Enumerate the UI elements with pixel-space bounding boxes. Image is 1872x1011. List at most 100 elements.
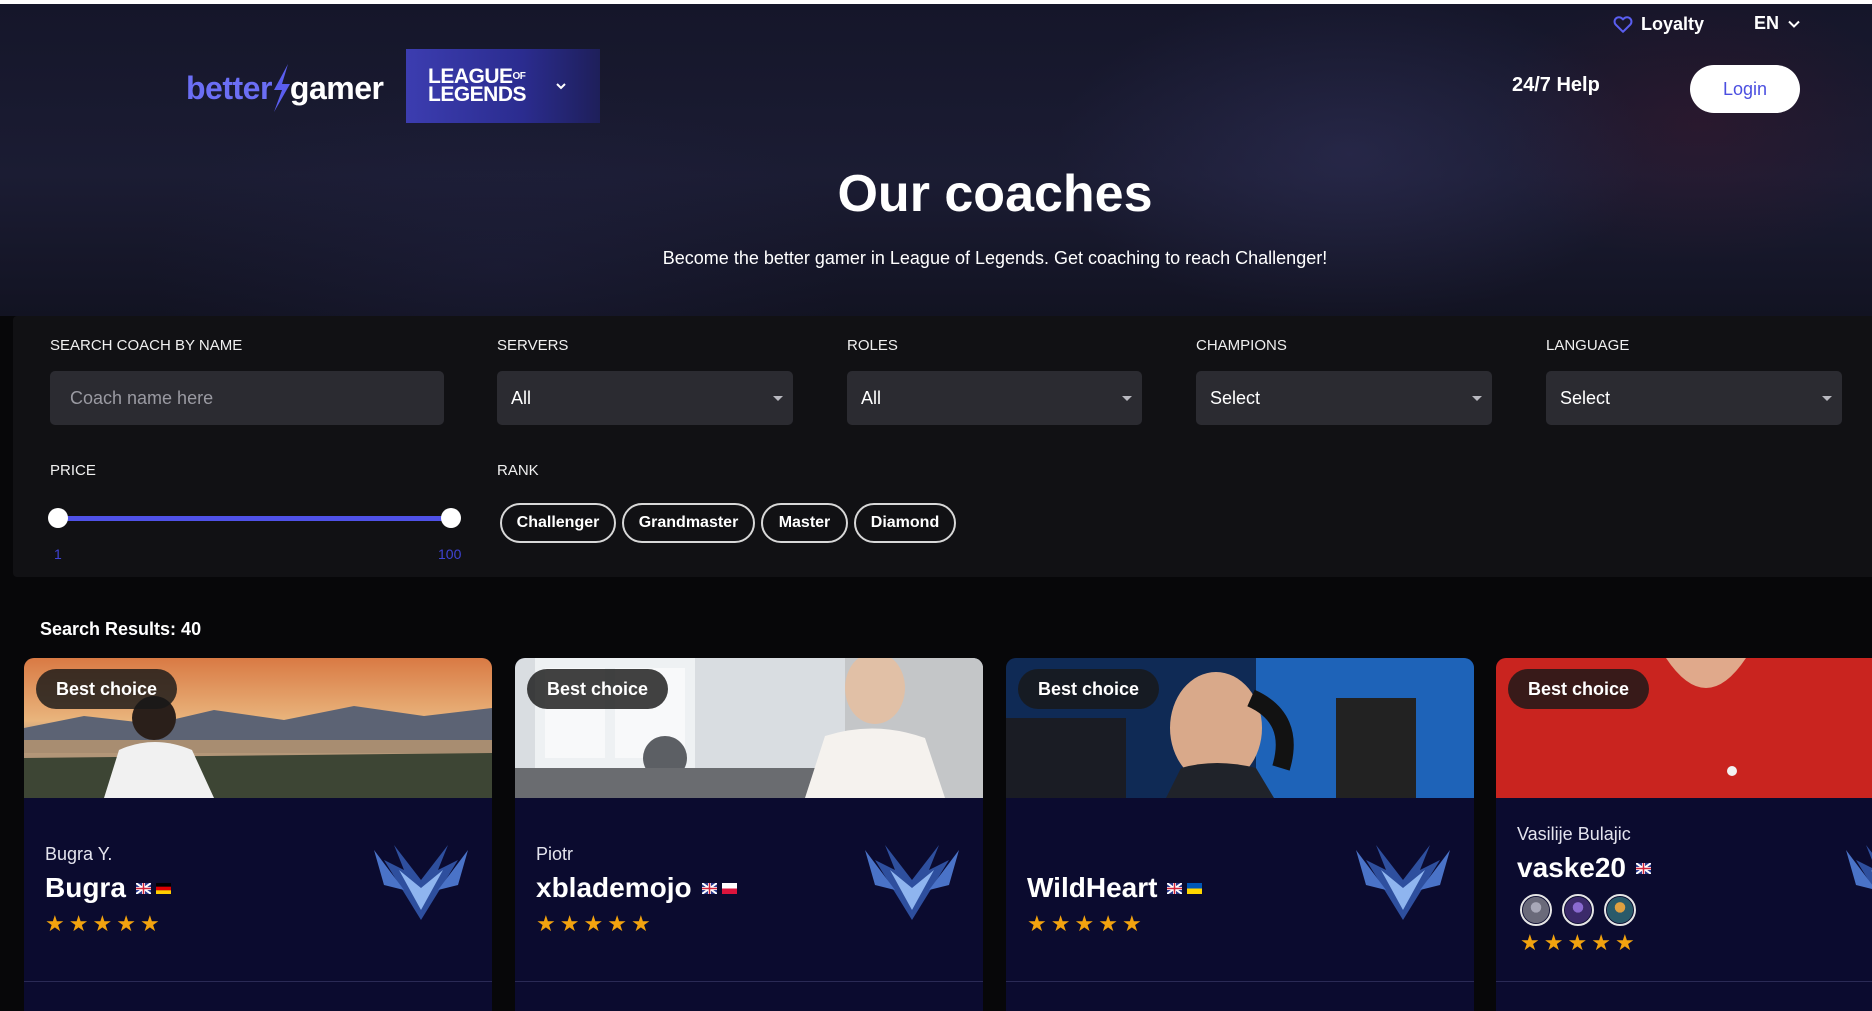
caret-down-icon xyxy=(1472,396,1482,401)
champions-value: Select xyxy=(1210,387,1261,408)
price-min-handle[interactable] xyxy=(48,508,68,528)
champions-label: CHAMPIONS xyxy=(1196,337,1287,354)
rating-stars: ★ ★ ★ ★ ★ xyxy=(536,913,651,935)
ukraine-flag-icon xyxy=(1187,882,1203,894)
champion-avatar-icon xyxy=(1604,894,1636,926)
chevron-down-icon xyxy=(1788,20,1800,28)
page-subtitle: Become the better gamer in League of Leg… xyxy=(662,248,1328,268)
coach-nickname: Bugra xyxy=(45,872,126,903)
poland-flag-icon xyxy=(721,882,737,894)
language-code: EN xyxy=(1754,13,1780,33)
page-title: Our coaches xyxy=(837,165,1153,223)
rank-emblem-icon xyxy=(865,845,959,920)
coach-flags xyxy=(1636,862,1652,874)
coach-nickname: WildHeart xyxy=(1027,872,1158,903)
coach-card[interactable]: Best choice WildHeart ★ ★ ★ ★ ★ xyxy=(1006,658,1474,1011)
roles-label: ROLES xyxy=(847,337,898,354)
rating-stars: ★ ★ ★ ★ ★ xyxy=(1520,932,1635,954)
star-icon: ★ xyxy=(1520,930,1540,955)
language-select[interactable]: Select xyxy=(1546,371,1842,425)
coach-flags xyxy=(701,882,737,894)
rank-chip-grandmaster[interactable]: Grandmaster xyxy=(622,503,755,543)
rank-chip-master[interactable]: Master xyxy=(761,503,848,543)
coach-real-name: Piotr xyxy=(536,844,574,864)
search-results-count: Search Results: 40 xyxy=(40,619,202,639)
best-choice-badge: Best choice xyxy=(527,669,669,709)
germany-flag-icon xyxy=(155,882,171,894)
best-choice-badge: Best choice xyxy=(36,669,178,709)
star-icon: ★ xyxy=(92,911,113,936)
star-icon: ★ xyxy=(536,911,556,936)
card-divider xyxy=(1496,981,1872,982)
star-icon: ★ xyxy=(1591,930,1611,955)
coach-nickname: vaske20 xyxy=(1517,852,1627,883)
rank-emblem-icon xyxy=(1846,845,1872,889)
language-label: LANGUAGE xyxy=(1546,337,1630,354)
loyalty-link[interactable]: Loyalty xyxy=(1612,13,1704,35)
servers-select[interactable]: All xyxy=(497,371,793,425)
caret-down-icon xyxy=(773,396,783,401)
rank-chip-challenger[interactable]: Challenger xyxy=(500,503,616,543)
star-icon: ★ xyxy=(45,911,65,936)
coach-nickname-row[interactable]: xblademojo xyxy=(536,872,737,904)
rank-emblem-icon xyxy=(374,845,468,920)
price-slider-track[interactable] xyxy=(59,516,451,521)
coach-nickname-row[interactable]: WildHeart xyxy=(1027,872,1203,904)
rating-stars: ★ ★ ★ ★ ★ xyxy=(45,913,160,935)
logo-gamer: gamer xyxy=(289,69,384,106)
help-link[interactable]: 24/7 Help xyxy=(1512,74,1600,97)
price-label: PRICE xyxy=(50,462,96,479)
heart-icon xyxy=(1613,16,1633,33)
star-icon: ★ xyxy=(583,911,604,936)
champions-select[interactable]: Select xyxy=(1196,371,1492,425)
game-of: OF xyxy=(512,71,526,82)
price-max-handle[interactable] xyxy=(441,508,461,528)
logo-better: better xyxy=(186,69,272,106)
search-label: SEARCH COACH BY NAME xyxy=(50,337,243,354)
language-selector[interactable]: EN xyxy=(1754,13,1801,34)
star-icon: ★ xyxy=(1614,930,1635,955)
coach-card[interactable]: Best choice Bugra Y. Bugra ★ ★ ★ ★ ★ xyxy=(24,658,492,1011)
servers-label: SERVERS xyxy=(497,337,569,354)
coach-nickname-row[interactable]: vaske20 xyxy=(1517,852,1652,884)
rank-emblem-icon xyxy=(1356,845,1450,920)
champion-icons xyxy=(1520,894,1636,926)
champion-avatar-icon xyxy=(1520,894,1552,926)
coach-flags xyxy=(1167,882,1203,894)
star-icon: ★ xyxy=(559,911,580,936)
caret-down-icon xyxy=(1822,396,1832,401)
coach-nickname-row[interactable]: Bugra xyxy=(45,872,171,904)
coach-real-name: Bugra Y. xyxy=(45,844,113,864)
star-icon: ★ xyxy=(116,911,136,936)
star-icon: ★ xyxy=(1567,930,1588,955)
loyalty-label: Loyalty xyxy=(1641,13,1705,34)
uk-flag-icon xyxy=(1636,862,1652,874)
star-icon: ★ xyxy=(1098,911,1118,936)
rating-stars: ★ ★ ★ ★ ★ xyxy=(1027,913,1142,935)
star-icon: ★ xyxy=(1543,930,1564,955)
game-selector[interactable]: LEAGUEOF LEGENDS xyxy=(406,49,600,123)
hero-banner: Loyalty EN better gamer LEAGUEOF LEGENDS… xyxy=(0,4,1872,316)
league-of-legends-logo: LEAGUEOF LEGENDS xyxy=(428,66,527,105)
star-icon: ★ xyxy=(1074,911,1095,936)
coach-card[interactable]: Best choice Piotr xblademojo ★ ★ ★ ★ ★ xyxy=(515,658,983,1011)
roles-select[interactable]: All xyxy=(847,371,1142,425)
servers-value: All xyxy=(511,387,532,408)
language-value: Select xyxy=(1560,387,1611,408)
rank-label: RANK xyxy=(497,462,539,479)
price-max-value: 100 xyxy=(438,546,462,562)
uk-flag-icon xyxy=(701,882,717,894)
star-icon: ★ xyxy=(630,911,651,936)
search-input[interactable]: Coach name here xyxy=(50,371,444,425)
coach-flags xyxy=(135,882,171,894)
login-button[interactable]: Login xyxy=(1690,65,1800,113)
price-min-value: 1 xyxy=(54,546,62,562)
site-logo[interactable]: better gamer xyxy=(186,62,384,114)
coach-card[interactable]: Best choice Vasilije Bulajic vaske20 ★ ★… xyxy=(1496,658,1872,1011)
card-divider xyxy=(24,981,492,982)
rank-chip-diamond[interactable]: Diamond xyxy=(854,503,956,543)
card-divider xyxy=(1006,981,1474,982)
star-icon: ★ xyxy=(1050,911,1071,936)
coach-real-name: Vasilije Bulajic xyxy=(1517,824,1631,844)
champion-avatar-icon xyxy=(1562,894,1594,926)
